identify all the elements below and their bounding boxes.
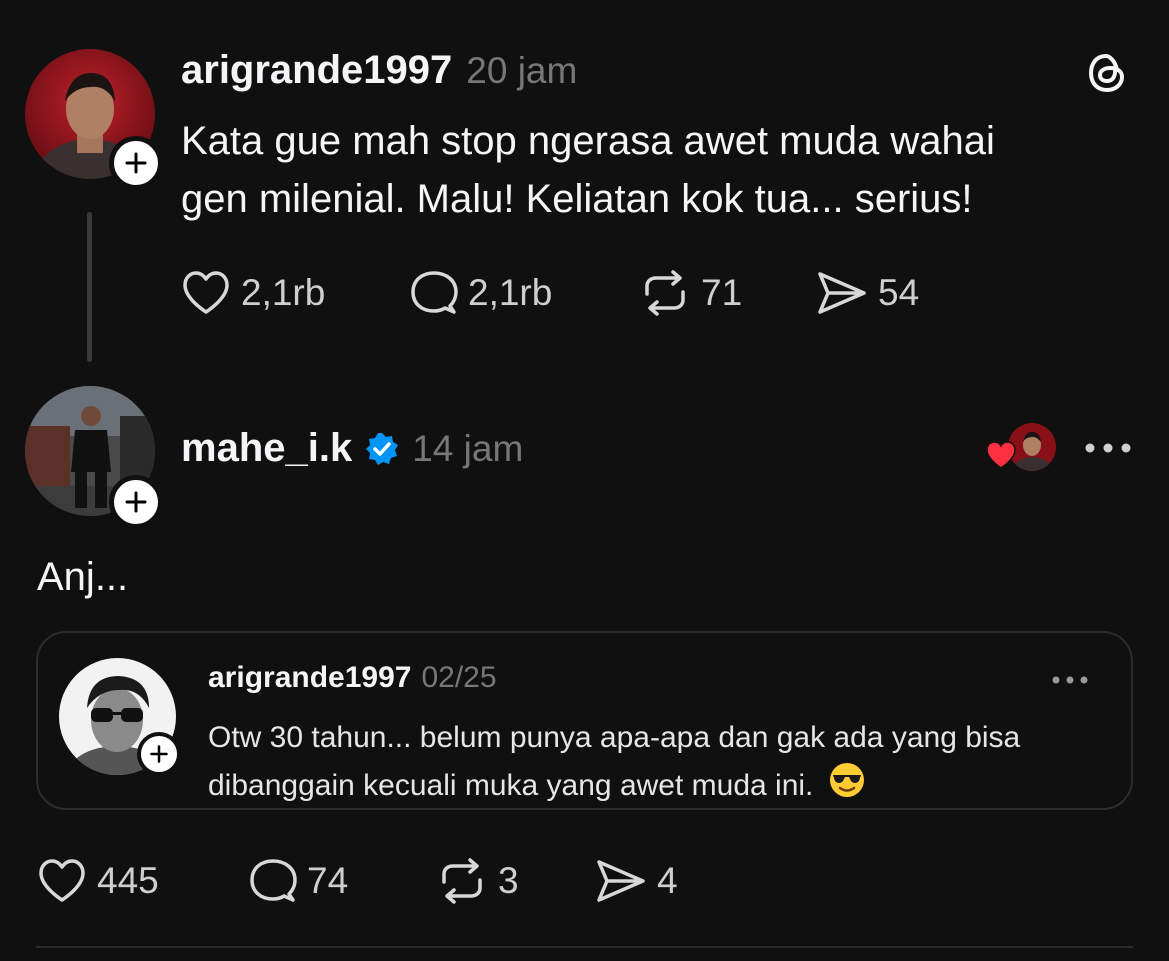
- quoted-date: 02/25: [421, 661, 497, 694]
- comment-icon: [250, 859, 297, 902]
- quoted-text-line: Otw 30 tahun... belum punya apa-apa dan …: [208, 721, 1021, 754]
- plus-icon: [150, 745, 168, 763]
- reply-comment-button[interactable]: 74: [249, 858, 436, 904]
- reply-text: Anj...: [37, 555, 129, 599]
- more-icon[interactable]: [1084, 440, 1132, 456]
- quoted-text-line: dibanggain kecuali muka yang awet muda i…: [208, 768, 814, 802]
- liked-by-author-indicator: [986, 423, 1058, 473]
- post-header: arigrande1997 20 jam: [181, 48, 577, 93]
- threads-logo-icon[interactable]: [1084, 50, 1130, 96]
- like-button[interactable]: 2,1rb: [181, 270, 410, 316]
- like-count: 2,1rb: [241, 272, 326, 313]
- post-username[interactable]: arigrande1997: [181, 48, 452, 93]
- quoted-post-card[interactable]: arigrande1997 02/25 Otw 30 tahun... belu…: [36, 631, 1133, 810]
- reply-repost-count: 3: [498, 860, 519, 901]
- share-count: 54: [878, 272, 920, 313]
- comment-button[interactable]: 2,1rb: [410, 270, 639, 316]
- reply-repost-button[interactable]: 3: [436, 858, 595, 904]
- reply-like-count: 445: [97, 860, 159, 901]
- follow-button-arigrande1997[interactable]: [109, 136, 163, 190]
- share-icon: [818, 272, 866, 314]
- reply-share-count: 4: [657, 860, 678, 901]
- plus-icon: [125, 152, 147, 174]
- post-time: 20 jam: [466, 50, 578, 91]
- reply-actions: 445 74 3 4: [37, 858, 678, 904]
- verified-badge-icon: [366, 432, 399, 465]
- quoted-username[interactable]: arigrande1997: [208, 661, 411, 695]
- reply-time: 14 jam: [412, 427, 524, 469]
- repost-count: 71: [701, 272, 743, 313]
- reply-like-button[interactable]: 445: [37, 858, 249, 904]
- thread-connector-line: [87, 212, 92, 362]
- heart-icon: [39, 859, 85, 902]
- heart-icon: [183, 271, 229, 314]
- repost-icon: [645, 270, 685, 316]
- quoted-more-icon[interactable]: [1051, 673, 1089, 685]
- repost-icon: [442, 858, 482, 904]
- quoted-text: Otw 30 tahun... belum punya apa-apa dan …: [208, 714, 1118, 813]
- reply-username[interactable]: mahe_i.k: [181, 426, 352, 471]
- reply-comment-count: 74: [307, 860, 349, 901]
- comment-icon: [411, 271, 458, 314]
- sunglasses-emoji-icon: [828, 761, 866, 813]
- post-text-line: gen milenial. Malu! Keliatan kok tua... …: [181, 177, 973, 221]
- comment-count: 2,1rb: [468, 272, 553, 313]
- follow-button-mahe_i.k[interactable]: [109, 475, 163, 529]
- plus-icon: [125, 491, 147, 513]
- bottom-divider: [36, 946, 1133, 948]
- post-text-line: Kata gue mah stop ngerasa awet muda waha…: [181, 119, 995, 163]
- heart-filled-icon: [986, 441, 1016, 469]
- reply-share-button[interactable]: 4: [595, 858, 678, 904]
- share-button[interactable]: 54: [816, 270, 919, 316]
- follow-button-quoted[interactable]: [137, 732, 181, 776]
- post-actions: 2,1rb 2,1rb 71 54: [181, 270, 919, 316]
- repost-button[interactable]: 71: [639, 270, 816, 316]
- post-text: Kata gue mah stop ngerasa awet muda waha…: [181, 112, 1141, 228]
- share-icon: [597, 860, 645, 902]
- reply-header: mahe_i.k 14 jam: [181, 426, 523, 471]
- quoted-post-header: arigrande1997 02/25: [208, 661, 497, 695]
